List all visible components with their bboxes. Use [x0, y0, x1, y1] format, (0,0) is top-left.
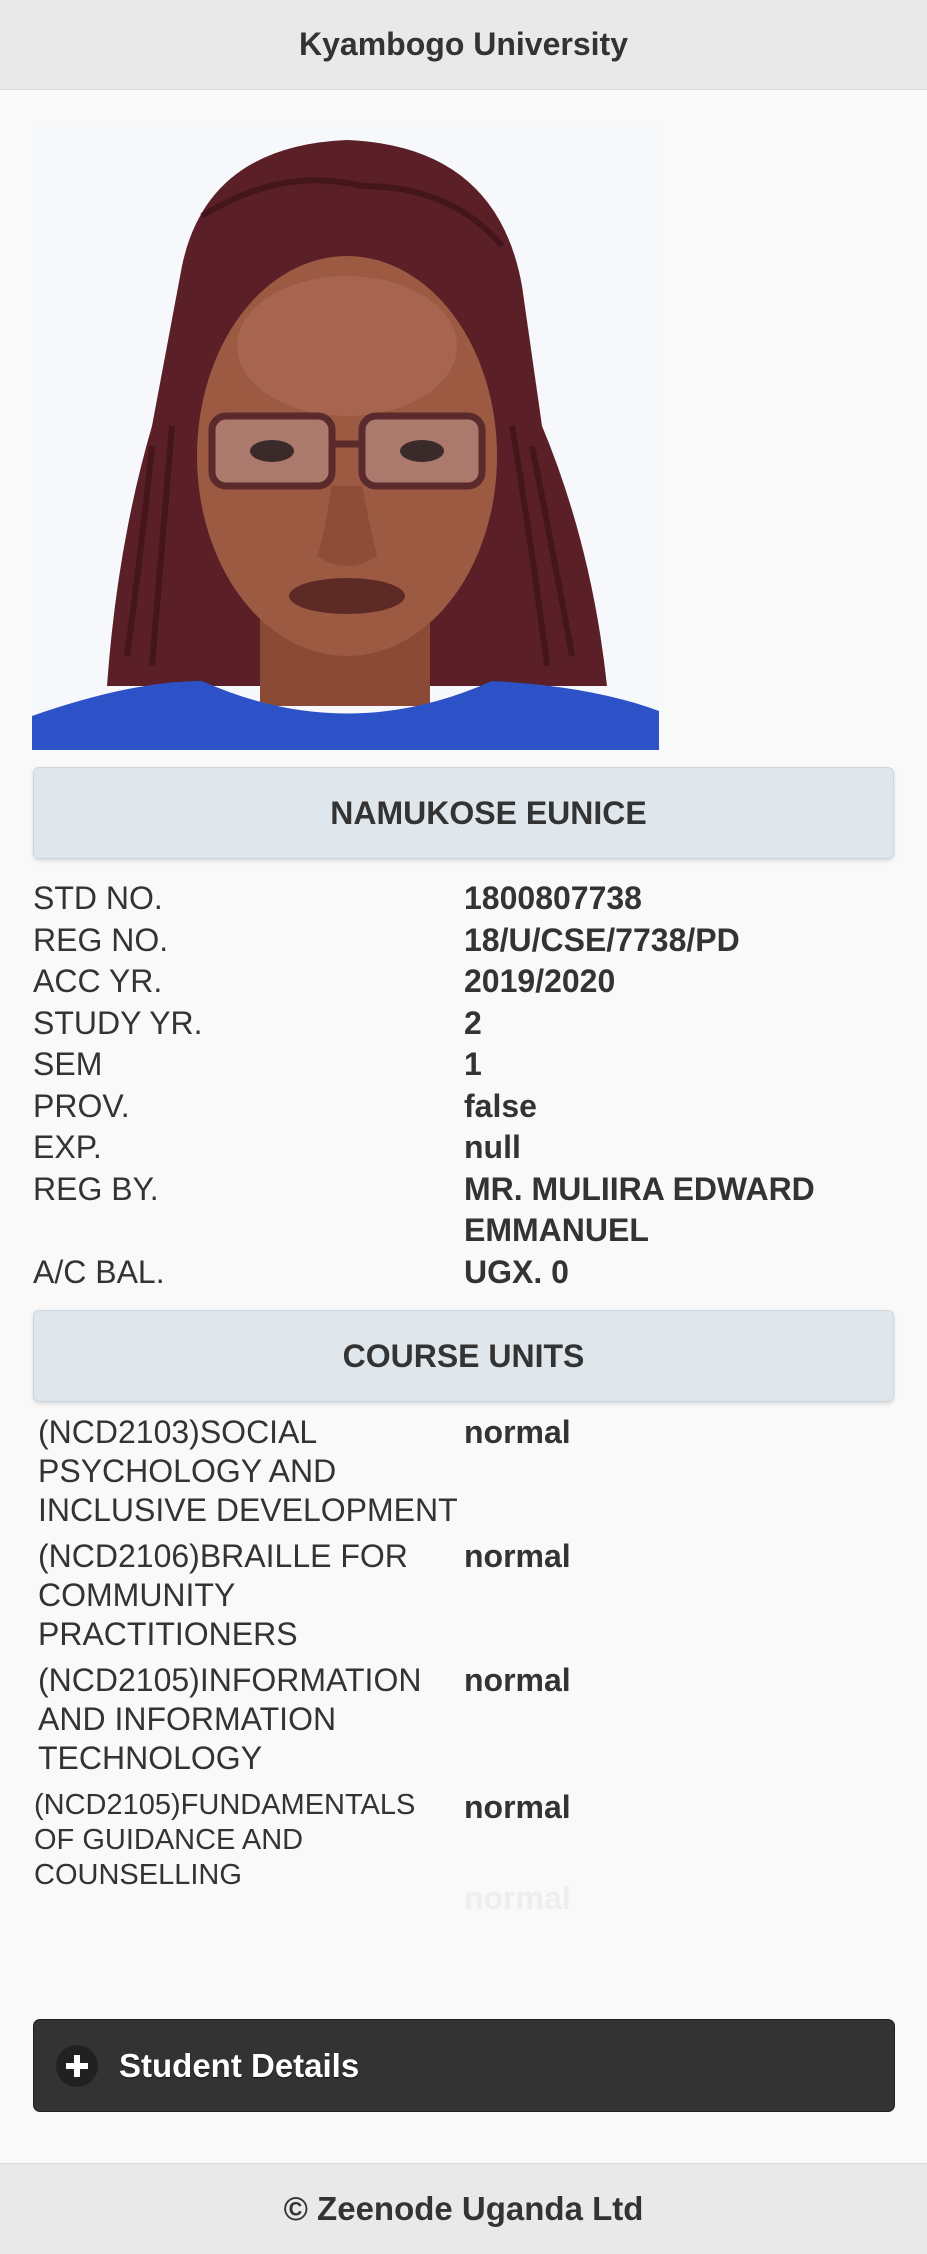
course-row: (NCD2103)SOCIAL PSYCHOLOGY AND INCLUSIVE… [33, 1413, 895, 1530]
info-value: 2 [464, 1004, 482, 1041]
info-value: 2019/2020 [464, 963, 616, 999]
faded-status-text: normal [464, 1880, 571, 1916]
course-row: (NCD2105)FUNDAMENTALS OF GUIDANCE AND CO… [33, 1788, 895, 1893]
course-status: normal [464, 1662, 571, 1698]
info-row-ac-bal: A/C BAL. UGX. 0 [33, 1252, 895, 1294]
info-row-sem: SEM 1 [33, 1044, 895, 1086]
course-name: (NCD2105)FUNDAMENTALS OF GUIDANCE AND CO… [34, 1789, 416, 1891]
info-label: REG NO. [33, 921, 169, 958]
course-units-list: (NCD2103)SOCIAL PSYCHOLOGY AND INCLUSIVE… [33, 1413, 895, 1900]
info-row-prov: PROV. false [33, 1086, 895, 1128]
info-value: 1800807738 [464, 880, 642, 916]
info-label: PROV. [33, 1087, 130, 1124]
info-row-reg-by: REG BY. MR. MULIIRA EDWARD EMMANUEL [33, 1169, 895, 1252]
course-name: (NCD2106)BRAILLE FOR COMMUNITY PRACTITIO… [38, 1538, 408, 1652]
course-units-bar: COURSE UNITS [33, 1310, 894, 1402]
student-name: NAMUKOSE EUNICE [330, 794, 647, 831]
info-value: 18/U/CSE/7738/PD [464, 921, 740, 958]
info-label: SEM [33, 1046, 103, 1082]
student-details-button[interactable]: Student Details [33, 2019, 895, 2112]
footer-text: © Zeenode Uganda Ltd [283, 2190, 644, 2227]
info-row-std-no: STD NO. 1800807738 [33, 878, 895, 920]
course-units-title: COURSE UNITS [342, 1337, 585, 1374]
info-value: UGX. 0 [464, 1253, 569, 1290]
course-name: (NCD2105)INFORMATION AND INFORMATION TEC… [38, 1662, 422, 1776]
course-row: (NCD2105)INFORMATION AND INFORMATION TEC… [33, 1661, 895, 1778]
info-label: ACC YR. [33, 963, 163, 999]
app-footer: © Zeenode Uganda Ltd [0, 2163, 927, 2254]
info-label: EXP. [33, 1129, 102, 1165]
header-title: Kyambogo University [299, 26, 628, 62]
student-details-label: Student Details [119, 2046, 360, 2084]
info-row-reg-no: REG NO. 18/U/CSE/7738/PD [33, 920, 895, 962]
info-row-acc-yr: ACC YR. 2019/2020 [33, 961, 895, 1003]
plus-icon [56, 2044, 98, 2087]
course-row: (NCD2106)BRAILLE FOR COMMUNITY PRACTITIO… [33, 1537, 895, 1654]
course-status: normal [464, 1414, 571, 1450]
info-row-exp: EXP. null [33, 1127, 895, 1169]
course-name: (NCD2103)SOCIAL PSYCHOLOGY AND INCLUSIVE… [38, 1414, 458, 1528]
student-portrait-illustration [32, 126, 659, 750]
course-status: normal [464, 1789, 571, 1825]
info-label: REG BY. [33, 1170, 159, 1207]
course-status: normal [464, 1538, 571, 1574]
student-info-table: STD NO. 1800807738 REG NO. 18/U/CSE/7738… [33, 878, 895, 1293]
info-value: false [464, 1087, 537, 1124]
info-label: A/C BAL. [33, 1253, 165, 1290]
student-photo [32, 126, 659, 750]
info-label: STD NO. [33, 880, 163, 916]
info-value: MR. MULIIRA EDWARD EMMANUEL [464, 1170, 815, 1249]
student-name-bar: NAMUKOSE EUNICE [33, 767, 894, 859]
info-label: STUDY YR. [33, 1004, 203, 1041]
info-value: 1 [464, 1046, 482, 1082]
app-header: Kyambogo University [0, 0, 927, 90]
info-value: null [464, 1129, 521, 1165]
info-row-study-yr: STUDY YR. 2 [33, 1003, 895, 1045]
